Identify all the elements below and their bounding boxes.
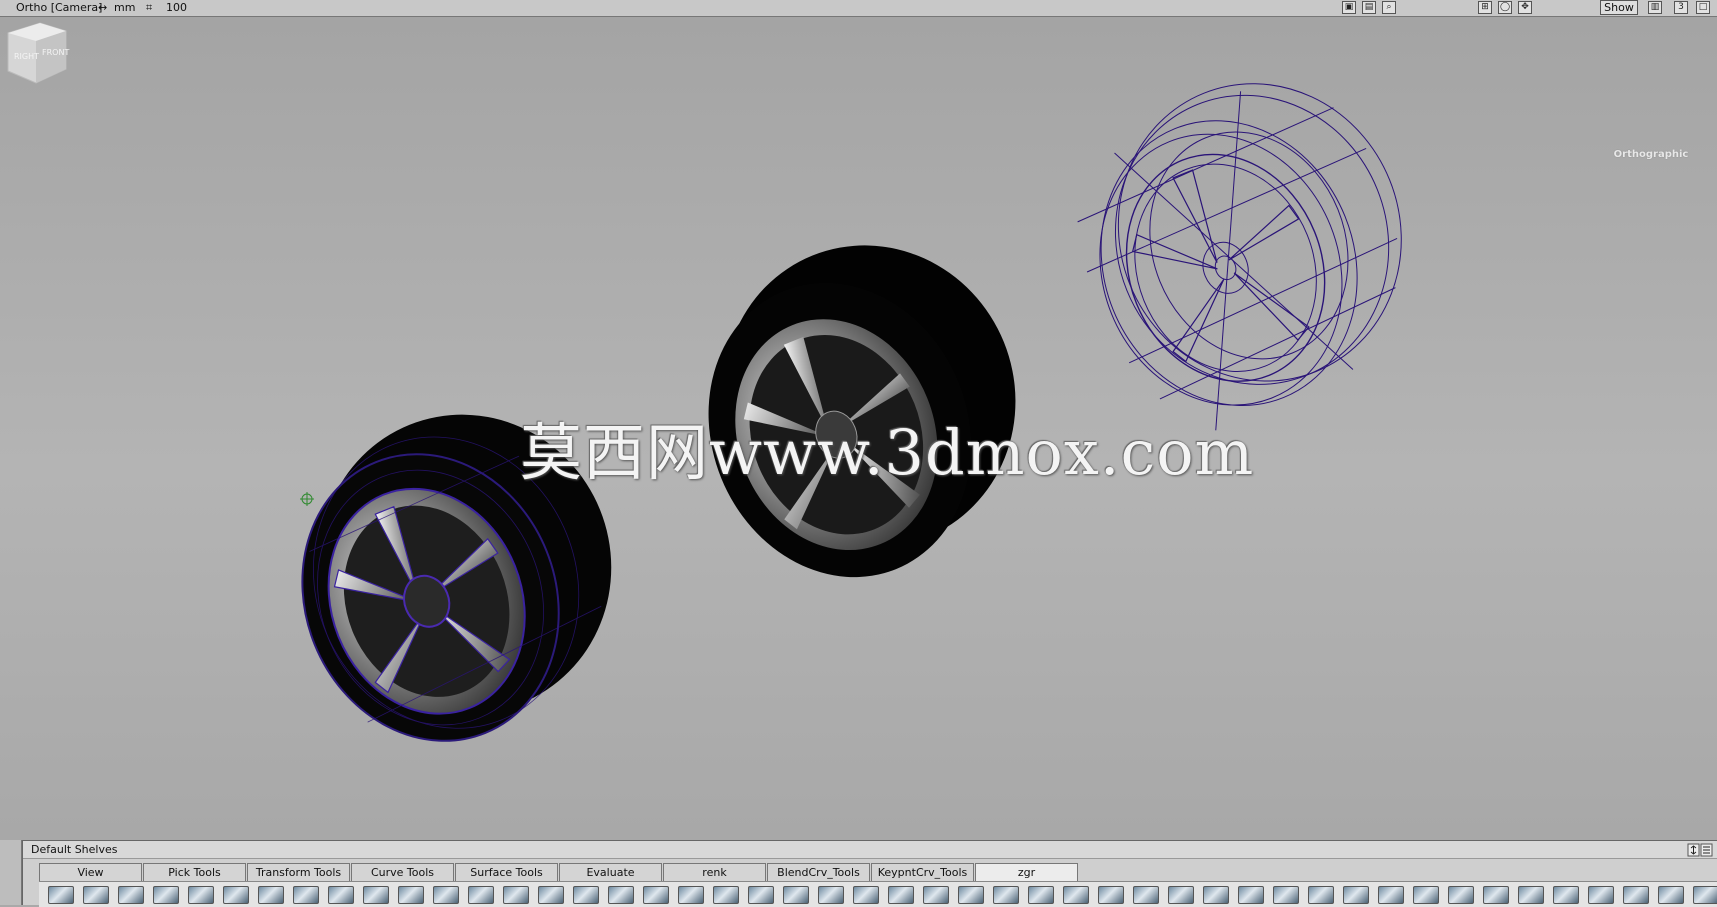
tab-blendcrv-tools[interactable]: BlendCrv_Tools <box>767 863 870 881</box>
grid-value: 100 <box>166 1 187 14</box>
units-label: mm <box>114 1 136 14</box>
pan-move-icon[interactable]: ✥ <box>1518 1 1532 14</box>
shelf-tool-icon[interactable] <box>398 885 424 904</box>
shelf-tool-icon[interactable] <box>958 885 984 904</box>
shelf-tool-icon[interactable] <box>1378 885 1404 904</box>
shelf-tool-icon[interactable] <box>783 885 809 904</box>
camera-icon[interactable]: ▣ <box>1342 1 1356 14</box>
shelf-tool-icon[interactable] <box>923 885 949 904</box>
shelf-tool-icon[interactable] <box>993 885 1019 904</box>
show-button[interactable]: Show <box>1600 0 1638 15</box>
right-wheel-wireframe[interactable] <box>1041 41 1452 453</box>
shelf-tool-icon[interactable] <box>1623 885 1649 904</box>
shelf-tool-icon[interactable] <box>363 885 389 904</box>
shelf-tool-icon[interactable] <box>1203 885 1229 904</box>
tab-transform-tools[interactable]: Transform Tools <box>247 863 350 881</box>
shelf-tool-icon[interactable] <box>1553 885 1579 904</box>
render-sphere-icon[interactable]: ◯ <box>1498 1 1512 14</box>
tab-surface-tools[interactable]: Surface Tools <box>455 863 558 881</box>
camera-dolly-icon[interactable]: ▤ <box>1362 1 1376 14</box>
shelf-tool-icon[interactable] <box>1448 885 1474 904</box>
shelf-tool-icon[interactable] <box>538 885 564 904</box>
default-shelves-panel: Default Shelves View Pick Tools Transfor… <box>22 840 1717 907</box>
shelf-tool-icon[interactable] <box>48 885 74 904</box>
shelf-tool-icon[interactable] <box>118 885 144 904</box>
layer-icon[interactable]: ▥ <box>1648 1 1662 14</box>
shelf-tool-icon[interactable] <box>223 885 249 904</box>
shelf-tool-icon[interactable] <box>1483 885 1509 904</box>
shelf-tool-icon[interactable] <box>678 885 704 904</box>
tab-pick-tools[interactable]: Pick Tools <box>143 863 246 881</box>
shelf-tool-icon[interactable] <box>573 885 599 904</box>
shelf-tool-icon[interactable] <box>433 885 459 904</box>
shelf-tool-icon[interactable] <box>1028 885 1054 904</box>
viewport-title-bar: Ortho [Camera] ↔ mm ⌗ 100 ▣ ▤ ⌕ ⊞ ◯ ✥ Sh… <box>0 0 1717 17</box>
shelf-tool-icon[interactable] <box>1273 885 1299 904</box>
shelf-tool-icon[interactable] <box>153 885 179 904</box>
shelf-tool-icons <box>39 881 1717 907</box>
tab-curve-tools[interactable]: Curve Tools <box>351 863 454 881</box>
shelf-tool-icon[interactable] <box>258 885 284 904</box>
shelf-tool-icon[interactable] <box>1238 885 1264 904</box>
shelf-tool-icon[interactable] <box>1343 885 1369 904</box>
shelf-tool-icon[interactable] <box>1658 885 1684 904</box>
shelf-tool-icon[interactable] <box>1063 885 1089 904</box>
tab-renk[interactable]: renk <box>663 863 766 881</box>
shelf-tool-icon[interactable] <box>853 885 879 904</box>
shelf-tool-icon[interactable] <box>643 885 669 904</box>
shelf-tool-icon[interactable] <box>83 885 109 904</box>
shelf-tool-icon[interactable] <box>1133 885 1159 904</box>
shelf-tool-icon[interactable] <box>1308 885 1334 904</box>
tab-evaluate[interactable]: Evaluate <box>559 863 662 881</box>
shelf-tool-icon[interactable] <box>468 885 494 904</box>
right-wheel-isoparms <box>1077 91 1398 431</box>
pivot-marker-icon[interactable] <box>300 492 314 506</box>
grid-toggle-icon[interactable]: ⊞ <box>1478 1 1492 14</box>
shelf-tool-icon[interactable] <box>713 885 739 904</box>
shelf-tool-icon[interactable] <box>1413 885 1439 904</box>
left-palette-strip <box>0 840 22 905</box>
shelf-title: Default Shelves <box>23 841 1717 859</box>
shelf-tool-icon[interactable] <box>888 885 914 904</box>
shelf-tool-icon[interactable] <box>503 885 529 904</box>
units-icon: ↔ <box>98 1 108 14</box>
right-wheel-spokes <box>1131 169 1310 363</box>
shelf-tool-icon[interactable] <box>293 885 319 904</box>
zoom-icon[interactable]: ⌕ <box>1382 1 1396 14</box>
shelf-tool-icon[interactable] <box>1588 885 1614 904</box>
tab-keypntcrv-tools[interactable]: KeypntCrv_Tools <box>871 863 974 881</box>
viewcube-projection-label: Orthographic <box>1613 149 1689 160</box>
watermark-text: 莫西网www.3dmox.com <box>520 416 1255 489</box>
tab-view[interactable]: View <box>39 863 142 881</box>
right-wheel-rim-inner <box>1134 163 1317 372</box>
shelf-options-icon[interactable] <box>1687 843 1713 857</box>
shelf-tool-icon[interactable] <box>1168 885 1194 904</box>
layer-number[interactable]: 3 <box>1674 1 1688 14</box>
shelf-tabs: View Pick Tools Transform Tools Curve To… <box>39 863 1079 881</box>
shelf-tool-icon[interactable] <box>608 885 634 904</box>
shelf-tool-icon[interactable] <box>188 885 214 904</box>
tab-zgr[interactable]: zgr <box>975 863 1078 881</box>
shelf-tool-icon[interactable] <box>328 885 354 904</box>
viewcube-face-right: RIGHT <box>14 52 39 61</box>
right-wheel-tread <box>1099 133 1343 406</box>
viewcube-icon[interactable]: RIGHT FRONT <box>0 17 72 89</box>
modeling-viewport[interactable]: 莫西网www.3dmox.com RIGHT FRONT Orthographi… <box>0 17 1717 840</box>
shelf-tool-icon[interactable] <box>1098 885 1124 904</box>
maximize-window-icon[interactable]: □ <box>1696 1 1710 14</box>
grid-icon: ⌗ <box>146 1 153 14</box>
viewcube-face-front: FRONT <box>42 48 69 57</box>
shelf-tool-icon[interactable] <box>818 885 844 904</box>
shelf-tool-icon[interactable] <box>748 885 774 904</box>
shelf-tool-icon[interactable] <box>1693 885 1717 904</box>
shelf-tool-icon[interactable] <box>1518 885 1544 904</box>
view-label[interactable]: Ortho [Camera] <box>16 1 102 14</box>
